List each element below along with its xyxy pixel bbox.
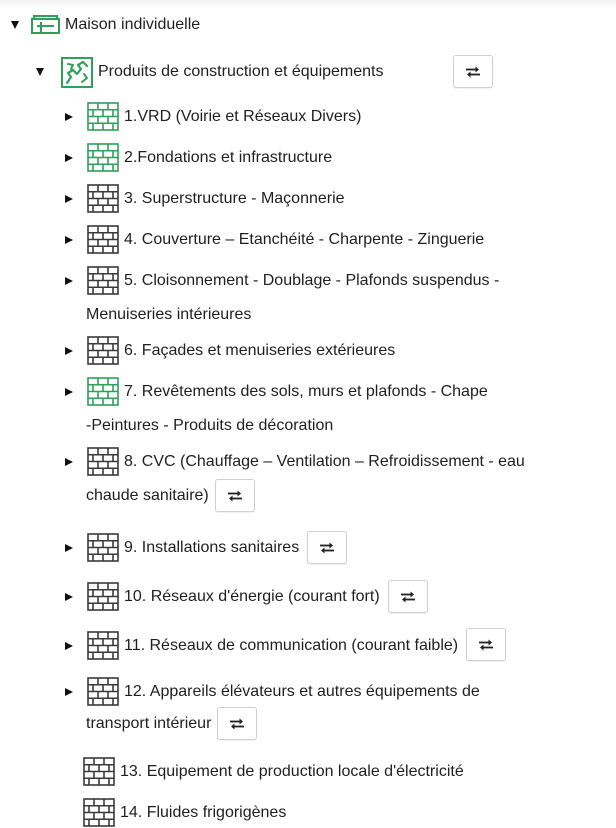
tree-node-label-continued[interactable]: transport intérieur <box>86 708 211 739</box>
expand-toggle[interactable] <box>64 676 74 707</box>
brick-wall-icon <box>87 102 119 131</box>
caret-right-icon <box>65 592 73 601</box>
expand-toggle[interactable] <box>64 446 74 477</box>
expand-toggle[interactable] <box>64 101 74 132</box>
swap-arrows-icon <box>400 591 415 602</box>
caret-right-icon <box>65 641 73 650</box>
caret-right-icon <box>65 235 73 244</box>
brick-wall-icon <box>87 582 119 611</box>
expand-toggle[interactable] <box>64 183 74 214</box>
caret-right-icon <box>65 346 73 355</box>
brick-wall-icon <box>87 447 119 476</box>
swap-arrows-icon <box>230 718 245 729</box>
brick-wall-icon <box>87 225 119 254</box>
tree-node-label[interactable]: 12. Appareils élévateurs et autres équip… <box>124 676 480 707</box>
expand-toggle[interactable] <box>64 532 74 563</box>
swap-arrows-icon <box>320 542 335 553</box>
caret-down-icon <box>36 67 44 76</box>
tree-node-label[interactable]: Maison individuelle <box>65 9 200 40</box>
brick-wall-icon <box>87 266 119 295</box>
brick-wall-icon <box>87 377 119 406</box>
tree-node-label-continued[interactable]: Menuiseries intérieures <box>86 299 251 330</box>
building-outline-icon <box>31 15 60 34</box>
caret-right-icon <box>65 387 73 396</box>
swap-button[interactable] <box>387 580 428 613</box>
swap-button[interactable] <box>453 55 493 88</box>
expand-toggle[interactable] <box>64 376 74 407</box>
expand-toggle[interactable] <box>64 265 74 296</box>
tree-node-label[interactable]: 5. Cloisonnement - Doublage - Plafonds s… <box>124 265 499 296</box>
swap-arrows-icon <box>466 66 480 77</box>
caret-right-icon <box>65 153 73 162</box>
swap-button[interactable] <box>466 628 507 661</box>
tree-node-label[interactable]: 14. Fluides frigorigènes <box>120 797 286 828</box>
caret-down-icon <box>11 20 19 29</box>
collapse-toggle[interactable] <box>10 9 20 40</box>
tree-node-label[interactable]: Produits de construction et équipements <box>98 56 384 87</box>
tree-node-label[interactable]: 2.Fondations et infrastructure <box>124 142 332 173</box>
expand-toggle[interactable] <box>64 224 74 255</box>
brick-wall-icon <box>87 631 119 660</box>
puzzle-icon <box>61 57 93 88</box>
tree-node-label[interactable]: 13. Equipement de production locale d'él… <box>120 756 464 787</box>
expand-toggle[interactable] <box>64 142 74 173</box>
caret-right-icon <box>65 543 73 552</box>
tree-node-label[interactable]: 10. Réseaux d'énergie (courant fort) <box>124 581 380 612</box>
tree-node-label[interactable]: 6. Façades et menuiseries extérieures <box>124 335 395 366</box>
swap-button[interactable] <box>217 707 258 740</box>
brick-wall-icon <box>87 336 119 365</box>
brick-wall-icon <box>87 533 119 562</box>
expand-toggle[interactable] <box>64 335 74 366</box>
tree-node-label[interactable]: 8. CVC (Chauffage – Ventilation – Refroi… <box>124 446 525 477</box>
tree-node-label-continued[interactable]: -Peintures - Produits de décoration <box>86 410 333 441</box>
collapse-toggle[interactable] <box>35 56 45 87</box>
top-edge-shadow <box>0 0 616 8</box>
tree-node-label[interactable]: 9. Installations sanitaires <box>124 532 299 563</box>
caret-right-icon <box>65 276 73 285</box>
caret-right-icon <box>65 457 73 466</box>
brick-wall-icon <box>87 143 119 172</box>
swap-button[interactable] <box>307 531 348 564</box>
tree-node-label[interactable]: 3. Superstructure - Maçonnerie <box>124 183 345 214</box>
tree-node-label-continued[interactable]: chaude sanitaire) <box>86 480 209 511</box>
brick-wall-icon <box>83 798 115 827</box>
tree-node-label[interactable]: 4. Couverture – Etanchéité - Charpente -… <box>124 224 484 255</box>
caret-right-icon <box>65 194 73 203</box>
swap-arrows-icon <box>227 490 242 501</box>
caret-right-icon <box>65 112 73 121</box>
caret-right-icon <box>65 687 73 696</box>
brick-wall-icon <box>87 677 119 706</box>
tree-node-label[interactable]: 11. Réseaux de communication (courant fa… <box>124 630 458 661</box>
brick-wall-icon <box>83 757 115 786</box>
tree-node-label[interactable]: 1.VRD (Voirie et Réseaux Divers) <box>124 101 361 132</box>
swap-button[interactable] <box>214 479 255 512</box>
tree-node-label[interactable]: 7. Revêtements des sols, murs et plafond… <box>124 376 488 407</box>
expand-toggle[interactable] <box>64 630 74 661</box>
swap-arrows-icon <box>479 639 494 650</box>
expand-toggle[interactable] <box>64 581 74 612</box>
brick-wall-icon <box>87 184 119 213</box>
